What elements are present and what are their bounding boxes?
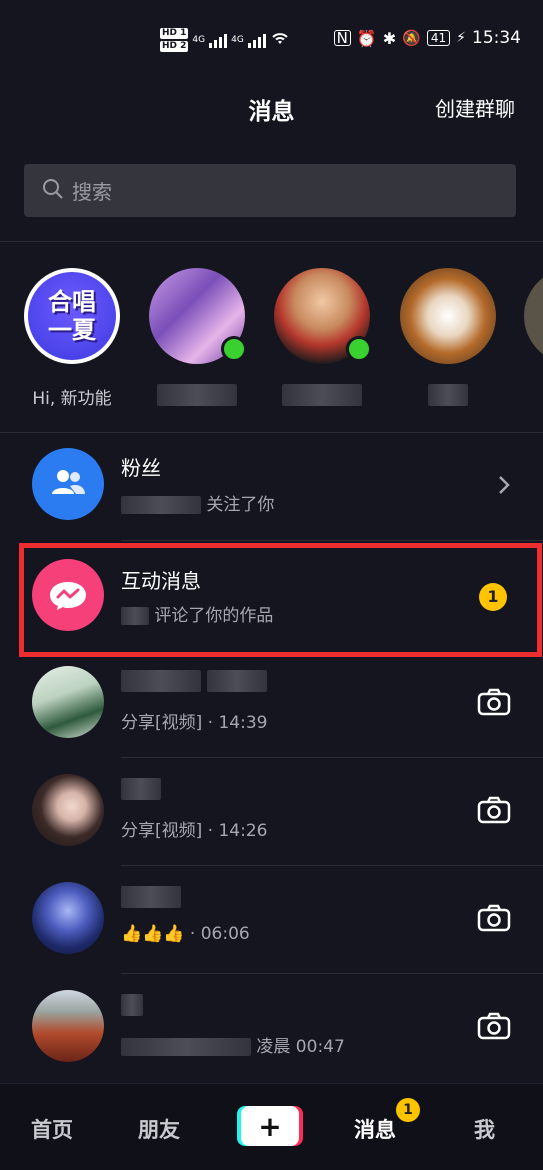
- chat-name: [121, 778, 161, 805]
- tab-messages[interactable]: 消息: [354, 1114, 396, 1144]
- chorus-summer-text: 合唱 一夏: [48, 288, 96, 344]
- chat-row[interactable]: 分享[视频] · 14:39: [0, 650, 543, 758]
- tab-friends[interactable]: 朋友: [138, 1114, 180, 1144]
- avatar: [400, 268, 496, 364]
- signal-icon: [209, 32, 228, 48]
- people-icon: [50, 467, 86, 501]
- network-type-1: 4G: [192, 35, 206, 45]
- chat-name: [121, 886, 181, 913]
- avatar: [32, 990, 104, 1062]
- tab-home[interactable]: 首页: [31, 1114, 73, 1144]
- search-placeholder: 搜索: [72, 180, 112, 204]
- story-label: [398, 384, 498, 411]
- avatar: [32, 774, 104, 846]
- avatar: [149, 268, 247, 364]
- create-group-button[interactable]: 创建群聊: [435, 93, 515, 122]
- chorus-summer-avatar: 合唱 一夏: [24, 268, 120, 364]
- signal-icon: [247, 32, 266, 48]
- bluetooth-icon: ✱: [382, 28, 397, 48]
- chat-subtitle: 👍👍👍 · 06:06: [121, 924, 250, 944]
- chat-name: [121, 670, 268, 697]
- fans-subtitle: 关注了你: [121, 490, 274, 515]
- nfc-icon: N: [333, 30, 351, 46]
- status-bar: HD 1 HD 2 4G 4G N ⏰ ✱ 🔕 41 ⚡ 15:34: [0, 0, 543, 80]
- story-user[interactable]: [147, 268, 247, 411]
- avatar: [524, 268, 543, 364]
- chat-row[interactable]: 分享[视频] · 14:26: [0, 758, 543, 866]
- chat-subtitle: 分享[视频] · 14:26: [121, 821, 268, 841]
- alarm-icon: ⏰: [356, 28, 377, 48]
- divider: [121, 540, 543, 541]
- story-label: [147, 384, 247, 411]
- network-type-2: 4G: [231, 35, 244, 45]
- system-icons: N ⏰ ✱ 🔕 41 ⚡ 15:34: [333, 28, 521, 48]
- header: 消息 创建群聊: [0, 80, 543, 136]
- tab-me[interactable]: 我: [474, 1114, 495, 1144]
- fans-avatar: [32, 448, 104, 520]
- camera-icon[interactable]: [477, 688, 511, 720]
- search-input[interactable]: 搜索: [24, 164, 516, 217]
- bottom-tab-bar: 首页 朋友 + 消息 1 我: [0, 1083, 543, 1170]
- story-label: Hi, 新功能: [32, 389, 112, 409]
- story-user[interactable]: [522, 268, 543, 364]
- chat-subtitle: 凌晨 00:47: [121, 1032, 345, 1057]
- sim1-badge: HD 1: [160, 28, 189, 39]
- chat-name: [121, 994, 143, 1021]
- mute-icon: 🔕: [402, 29, 421, 47]
- online-indicator: [221, 336, 247, 362]
- create-button[interactable]: +: [241, 1106, 299, 1146]
- signal-indicators: HD 1 HD 2 4G 4G: [160, 28, 290, 52]
- chevron-right-icon: [497, 474, 511, 500]
- online-indicator: [346, 336, 372, 362]
- stories-row: 合唱 一夏 Hi, 新功能: [0, 262, 543, 422]
- divider: [0, 241, 543, 242]
- search-icon: [42, 178, 64, 204]
- chat-subtitle: 分享[视频] · 14:39: [121, 713, 268, 733]
- fans-row[interactable]: 粉丝 关注了你: [0, 432, 543, 540]
- sim2-badge: HD 2: [160, 41, 189, 52]
- plus-icon: +: [258, 1109, 282, 1143]
- camera-icon[interactable]: [477, 796, 511, 828]
- fans-title: 粉丝: [121, 456, 161, 480]
- camera-icon[interactable]: [477, 1012, 511, 1044]
- story-user[interactable]: [272, 268, 372, 411]
- chat-row[interactable]: 凌晨 00:47: [0, 974, 543, 1082]
- highlight-box: [19, 543, 542, 657]
- story-label: [272, 384, 372, 411]
- story-user[interactable]: [398, 268, 498, 411]
- story-new-feature[interactable]: 合唱 一夏 Hi, 新功能: [22, 268, 122, 409]
- camera-icon[interactable]: [477, 904, 511, 936]
- charging-icon: ⚡: [456, 30, 466, 46]
- avatar: [32, 666, 104, 738]
- clock: 15:34: [472, 28, 521, 48]
- messages-badge: 1: [396, 1098, 420, 1122]
- avatar: [32, 882, 104, 954]
- chat-row[interactable]: 👍👍👍 · 06:06: [0, 866, 543, 974]
- avatar: [274, 268, 372, 364]
- wifi-icon: [270, 30, 290, 50]
- battery-icon: 41: [426, 30, 451, 46]
